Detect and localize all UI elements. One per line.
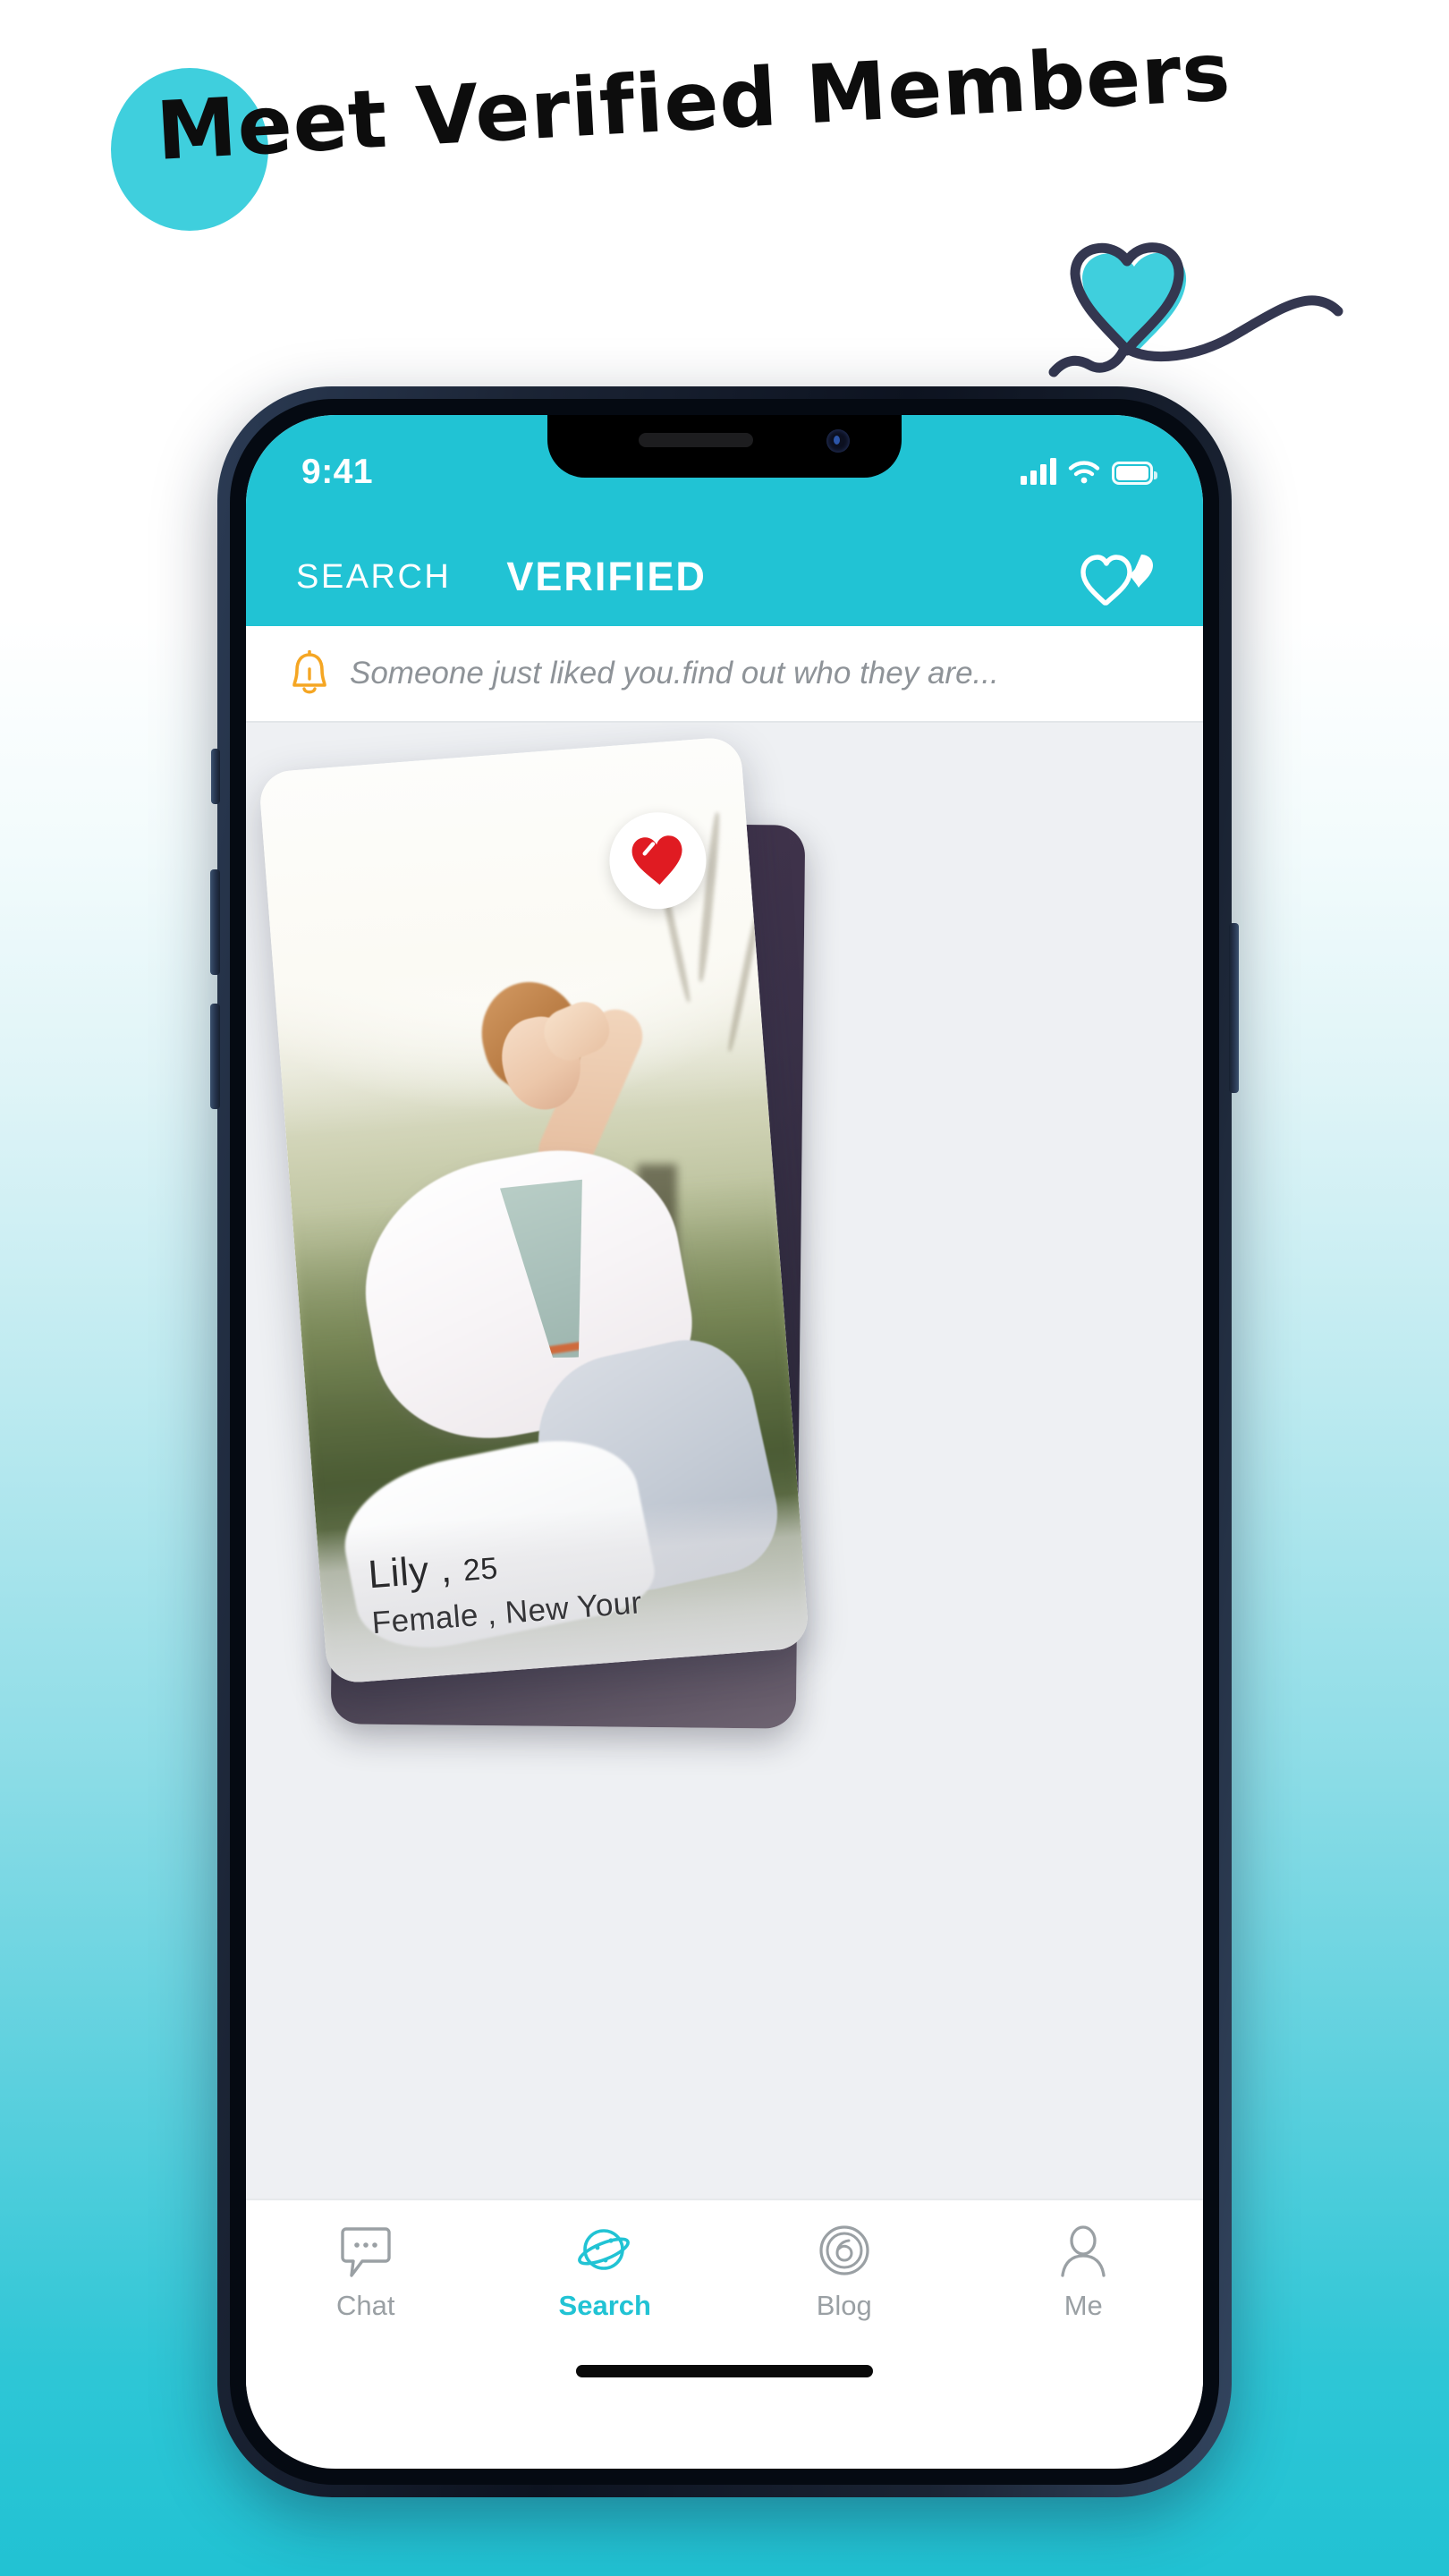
bell-icon xyxy=(292,650,326,694)
phone-screen: 9:41 SEARCH VERIFIED Someone just liked … xyxy=(246,415,1203,2469)
tab-search[interactable]: SEARCH xyxy=(296,558,451,597)
planet-icon xyxy=(578,2229,631,2270)
tab-me-label: Me xyxy=(1063,2290,1103,2321)
phone-volume-up-button[interactable] xyxy=(210,869,220,975)
phone-power-button[interactable] xyxy=(1229,923,1239,1093)
hero-banner: Meet Verified Members xyxy=(0,0,1449,385)
home-indicator[interactable] xyxy=(576,2365,873,2377)
phone-mockup: 9:41 SEARCH VERIFIED Someone just liked … xyxy=(210,386,1239,2497)
wifi-icon xyxy=(1068,461,1100,484)
profile-name-text: Lily , xyxy=(366,1546,453,1597)
phone-notch xyxy=(547,415,902,478)
person-icon xyxy=(1061,2225,1106,2277)
page-title: Meet Verified Members xyxy=(154,24,1233,179)
notification-text: Someone just liked you.find out who they… xyxy=(350,656,999,691)
notification-banner[interactable]: Someone just liked you.find out who they… xyxy=(246,626,1203,723)
earpiece-speaker xyxy=(639,433,754,447)
phone-volume-down-button[interactable] xyxy=(210,1004,220,1109)
tab-blog-label: Blog xyxy=(816,2290,872,2321)
double-heart-icon[interactable] xyxy=(1078,551,1160,606)
chat-bubble-icon xyxy=(341,2227,391,2277)
profile-card[interactable]: Lily , 25 Female , New Your xyxy=(258,735,810,1685)
tab-search-label: Search xyxy=(558,2290,651,2321)
status-icons xyxy=(1021,458,1157,485)
profile-age: 25 xyxy=(462,1551,500,1588)
tab-chat[interactable]: Chat xyxy=(246,2224,486,2322)
status-time: 9:41 xyxy=(301,453,374,491)
bottom-tab-bar: Chat Search Blog Me xyxy=(246,2199,1203,2402)
app-header: SEARCH VERIFIED xyxy=(246,528,1203,626)
spiral-six-icon xyxy=(819,2225,869,2275)
heart-doodle-icon xyxy=(1048,242,1343,377)
front-camera-icon xyxy=(826,429,850,453)
status-bar: 9:41 xyxy=(246,415,1203,528)
card-stack-area: Lily , 25 Female , New Your xyxy=(246,723,1203,2199)
tab-chat-label: Chat xyxy=(336,2290,395,2321)
battery-full-icon xyxy=(1112,462,1157,485)
heart-filled-icon xyxy=(631,835,682,886)
tab-search[interactable]: Search xyxy=(486,2224,725,2322)
signal-bars-icon xyxy=(1021,458,1056,485)
tab-verified[interactable]: VERIFIED xyxy=(506,554,707,600)
tab-blog[interactable]: Blog xyxy=(724,2224,964,2322)
phone-mute-switch[interactable] xyxy=(211,749,220,804)
tab-me[interactable]: Me xyxy=(964,2224,1204,2322)
